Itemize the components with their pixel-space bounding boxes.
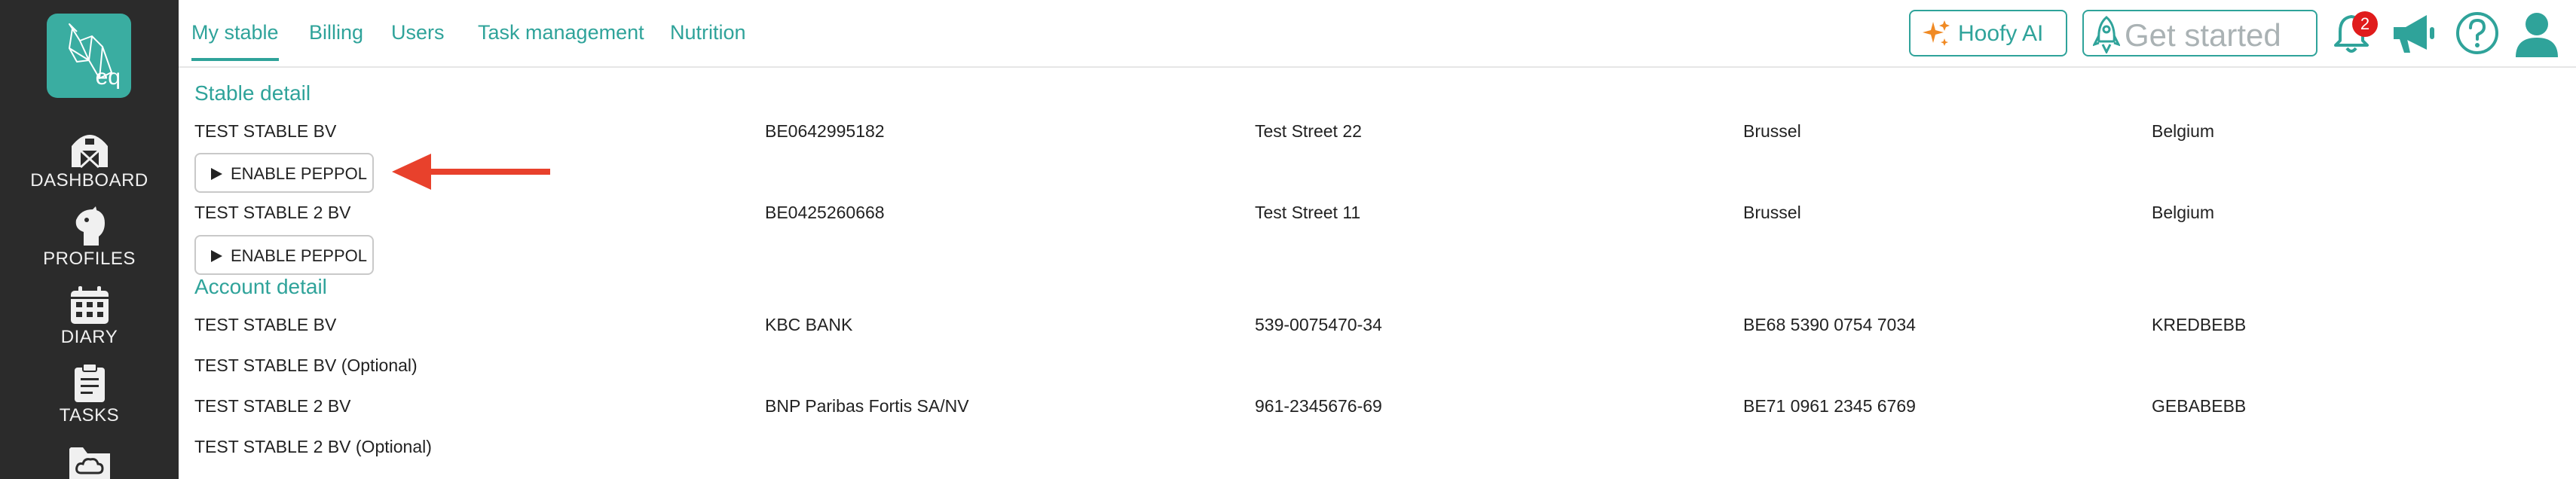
sidebar-item-label: DIARY — [60, 327, 118, 347]
get-started-button[interactable]: Get started — [2082, 10, 2317, 56]
account-optional: TEST STABLE 2 BV (Optional) — [194, 437, 432, 456]
stable-name: TEST STABLE BV — [194, 121, 337, 141]
sidebar-item-tasks[interactable]: TASKS — [0, 363, 179, 426]
sidebar: eq DASHBOARD PROFILES DIARY TASKS — [0, 0, 179, 479]
app: eq DASHBOARD PROFILES DIARY TASKS My sta… — [0, 0, 2576, 479]
hoofy-ai-label: Hoofy AI — [1958, 21, 2044, 46]
account-name: TEST STABLE 2 BV — [194, 396, 351, 416]
stable-city: Brussel — [1743, 121, 1801, 141]
account-bank: KBC BANK — [765, 315, 853, 334]
enable-peppol-label: ENABLE PEPPOL — [231, 164, 367, 183]
enable-peppol-button[interactable]: ENABLE PEPPOL — [194, 235, 374, 275]
sidebar-item-files[interactable] — [0, 443, 179, 479]
account-name: TEST STABLE BV — [194, 315, 337, 334]
help-icon[interactable] — [2455, 11, 2500, 56]
stable-street: Test Street 22 — [1255, 121, 1362, 141]
calendar-icon — [70, 286, 109, 324]
sidebar-item-profiles[interactable]: PROFILES — [0, 206, 179, 270]
stable-detail-title: Stable detail — [194, 81, 311, 105]
sidebar-item-diary[interactable]: DIARY — [0, 285, 179, 348]
sidebar-item-dashboard[interactable]: DASHBOARD — [0, 128, 179, 191]
stable-name: TEST STABLE 2 BV — [194, 203, 351, 222]
tab-my-stable[interactable]: My stable — [191, 21, 279, 61]
account-optional: TEST STABLE BV (Optional) — [194, 355, 418, 375]
hoofy-ai-button[interactable]: Hoofy AI — [1909, 10, 2067, 56]
sparkle-icon — [1923, 20, 1950, 46]
enable-peppol-button[interactable]: ENABLE PEPPOL — [194, 153, 374, 193]
user-icon[interactable] — [2513, 9, 2561, 57]
account-number: 961-2345676-69 — [1255, 396, 1382, 416]
arrow-icon — [392, 154, 550, 190]
horse-head-icon — [75, 206, 105, 246]
play-icon — [211, 250, 222, 262]
sidebar-item-label: PROFILES — [43, 249, 136, 269]
logo-text: eq — [95, 65, 121, 90]
get-started-label: Get started — [2125, 17, 2281, 53]
barn-icon — [71, 135, 108, 169]
tab-nutrition[interactable]: Nutrition — [670, 21, 746, 58]
account-iban: BE68 5390 0754 7034 — [1743, 315, 1916, 334]
tab-task-management[interactable]: Task management — [478, 21, 644, 58]
sidebar-item-label: TASKS — [59, 405, 120, 426]
sidebar-item-label: DASHBOARD — [30, 170, 148, 191]
rocket-icon — [2093, 16, 2120, 53]
tab-billing[interactable]: Billing — [309, 21, 363, 58]
stable-vat: BE0642995182 — [765, 121, 885, 141]
tab-users[interactable]: Users — [391, 21, 445, 58]
account-detail-title: Account detail — [194, 275, 327, 298]
enable-peppol-label: ENABLE PEPPOL — [231, 246, 367, 265]
megaphone-icon[interactable] — [2389, 11, 2437, 56]
stable-country: Belgium — [2152, 121, 2215, 141]
notification-badge: 2 — [2352, 11, 2378, 37]
account-bic: KREDBEBB — [2152, 315, 2247, 334]
play-icon — [211, 168, 222, 180]
account-bic: GEBABEBB — [2152, 396, 2247, 416]
stable-street: Test Street 11 — [1255, 203, 1361, 222]
stable-country: Belgium — [2152, 203, 2215, 222]
folder-cloud-icon — [69, 447, 110, 479]
account-number: 539-0075470-34 — [1255, 315, 1382, 334]
account-iban: BE71 0961 2345 6769 — [1743, 396, 1916, 416]
stable-city: Brussel — [1743, 203, 1801, 222]
clipboard-icon — [74, 363, 105, 402]
logo[interactable]: eq — [47, 14, 131, 98]
stable-vat: BE0425260668 — [765, 203, 885, 222]
account-bank: BNP Paribas Fortis SA/NV — [765, 396, 969, 416]
